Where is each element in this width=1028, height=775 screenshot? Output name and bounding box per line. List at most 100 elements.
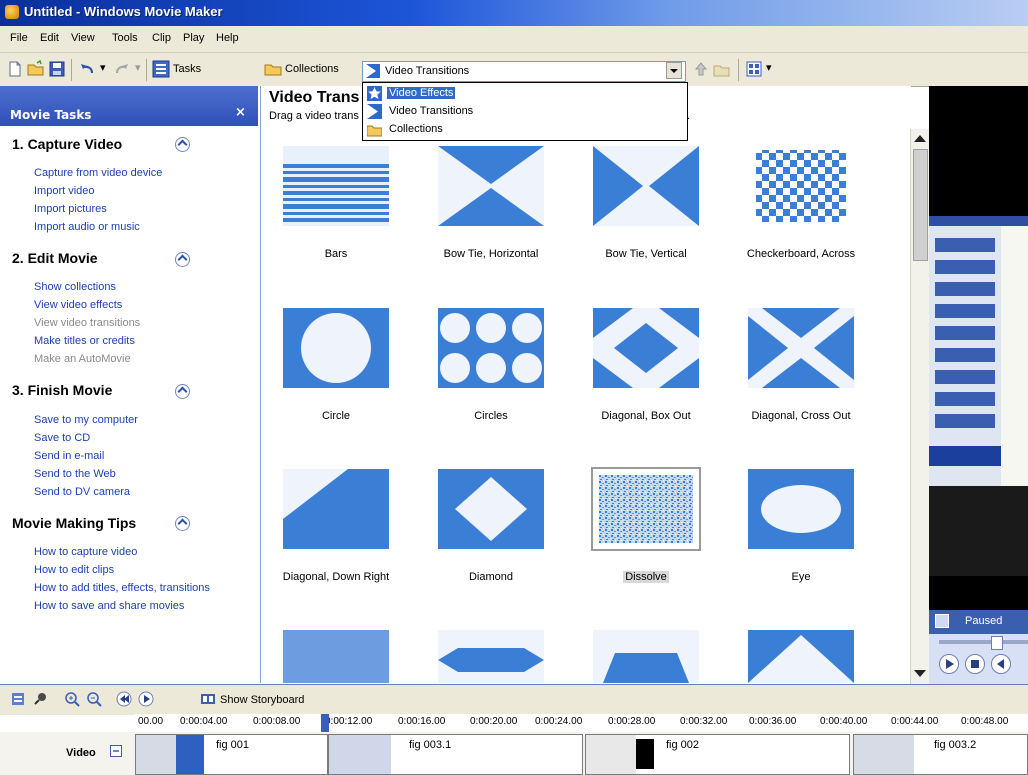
task-link[interactable]: Show collections — [34, 281, 116, 293]
up-level-icon[interactable] — [692, 60, 710, 78]
location-dropdown-button[interactable] — [666, 62, 682, 79]
undo-dropdown-arrow-icon[interactable]: ▾ — [100, 61, 106, 74]
task-link[interactable]: Send in e-mail — [34, 450, 104, 462]
time-tick: 0:00:16.00 — [398, 716, 446, 727]
transition-thumbnail-partial[interactable] — [438, 630, 544, 683]
task-link[interactable]: Send to the Web — [34, 468, 116, 480]
transition-item-diagonal-down-right[interactable]: Diagonal, Down Right — [261, 469, 411, 609]
transition-item-bow-tie-horizontal[interactable]: Bow Tie, Horizontal — [416, 146, 566, 286]
menu-play[interactable]: Play — [183, 32, 204, 44]
previous-frame-button[interactable] — [991, 654, 1011, 674]
task-link[interactable]: Import audio or music — [34, 221, 140, 233]
views-icon[interactable] — [745, 60, 763, 78]
transition-label: Dissolve — [623, 571, 669, 583]
transition-thumbnail-partial[interactable] — [748, 630, 854, 683]
new-project-icon[interactable] — [6, 60, 24, 78]
menu-tools[interactable]: Tools — [112, 32, 138, 44]
transition-item-bow-tie-vertical[interactable]: Bow Tie, Vertical — [571, 146, 721, 286]
rewind-timeline-icon[interactable] — [116, 691, 132, 707]
collapse-chevron-icon[interactable] — [175, 384, 190, 399]
tasks-icon[interactable] — [152, 60, 170, 78]
open-project-icon[interactable] — [27, 60, 45, 78]
section-edit-movie[interactable]: 2. Edit Movie — [12, 250, 98, 266]
play-button[interactable] — [939, 654, 959, 674]
location-combobox[interactable]: Video Transitions — [362, 61, 686, 82]
seek-thumb[interactable] — [991, 636, 1003, 650]
menu-file[interactable]: File — [10, 32, 28, 44]
stop-button[interactable] — [965, 654, 985, 674]
content-scrollbar[interactable] — [910, 129, 929, 684]
video-track: Video fig 001 fig 003.1 fig 002 fig 003.… — [0, 732, 1028, 775]
timeline-clip[interactable]: fig 002 — [585, 734, 850, 775]
menu-help[interactable]: Help — [216, 32, 239, 44]
zoom-in-icon[interactable] — [64, 691, 80, 707]
collections-icon[interactable] — [264, 60, 282, 78]
timeline-clip[interactable]: fig 003.1 — [328, 734, 583, 775]
scroll-up-icon[interactable] — [914, 135, 926, 142]
seek-bar[interactable] — [939, 640, 1028, 644]
transition-item-bars[interactable]: Bars — [261, 146, 411, 286]
task-link[interactable]: How to capture video — [34, 546, 137, 558]
redo-icon[interactable] — [113, 60, 131, 78]
section-finish-movie[interactable]: 3. Finish Movie — [12, 382, 112, 398]
track-label: Video — [66, 747, 96, 759]
transition-item-dissolve[interactable]: Dissolve — [571, 467, 721, 609]
task-link[interactable]: Make titles or credits — [34, 335, 135, 347]
menu-edit[interactable]: Edit — [40, 32, 59, 44]
transition-thumbnail-partial[interactable] — [593, 630, 699, 683]
play-timeline-icon[interactable] — [138, 691, 154, 707]
scroll-down-icon[interactable] — [914, 670, 926, 677]
collapse-chevron-icon[interactable] — [175, 516, 190, 531]
timeline-ruler[interactable]: 00.00 0:00:04.00 0:00:08.00 0:00:12.00 0… — [135, 714, 1028, 733]
dropdown-item-video-effects[interactable]: Video Effects — [365, 85, 683, 102]
transition-item-diagonal-cross-out[interactable]: Diagonal, Cross Out — [726, 308, 876, 448]
timeline-clip[interactable]: fig 001 — [135, 734, 328, 775]
diamond-icon — [438, 469, 544, 549]
timeline-clip[interactable]: fig 003.2 — [853, 734, 1028, 775]
zoom-out-icon[interactable] — [86, 691, 102, 707]
menu-view[interactable]: View — [71, 32, 95, 44]
undo-icon[interactable] — [78, 60, 96, 78]
collapse-chevron-icon[interactable] — [175, 252, 190, 267]
tasks-button[interactable]: Tasks — [173, 63, 201, 75]
transition-item-circles[interactable]: Circles — [416, 308, 566, 448]
menu-clip[interactable]: Clip — [152, 32, 171, 44]
task-link[interactable]: Save to CD — [34, 432, 90, 444]
collapse-chevron-icon[interactable] — [175, 137, 190, 152]
task-link[interactable]: Save to my computer — [34, 414, 138, 426]
full-screen-icon[interactable] — [935, 614, 949, 628]
transition-item-eye[interactable]: Eye — [726, 469, 876, 609]
close-icon[interactable]: × — [235, 105, 246, 120]
transition-item-checkerboard-across[interactable]: Checkerboard, Across — [726, 146, 876, 286]
scrollbar-thumb[interactable] — [913, 149, 928, 261]
redo-dropdown-arrow-icon[interactable]: ▾ — [135, 61, 141, 74]
transition-item-diamond[interactable]: Diamond — [416, 469, 566, 609]
task-link[interactable]: How to add titles, effects, transitions — [34, 582, 210, 594]
collections-button[interactable]: Collections — [285, 63, 339, 75]
storyboard-icon[interactable] — [200, 691, 216, 707]
transition-thumbnail-partial[interactable] — [283, 630, 389, 683]
narrate-timeline-icon[interactable] — [32, 691, 48, 707]
transition-label: Diagonal, Box Out — [601, 410, 691, 422]
collapse-track-icon[interactable] — [110, 745, 122, 757]
task-link[interactable]: How to edit clips — [34, 564, 114, 576]
views-dropdown-arrow-icon[interactable]: ▾ — [766, 61, 772, 74]
transition-item-diagonal-box-out[interactable]: Diagonal, Box Out — [571, 308, 721, 448]
dropdown-item-video-transitions[interactable]: Video Transitions — [365, 103, 683, 120]
dropdown-item-collections[interactable]: Collections — [365, 121, 683, 138]
section-movie-making-tips[interactable]: Movie Making Tips — [12, 515, 136, 531]
task-link[interactable]: Import pictures — [34, 203, 107, 215]
save-project-icon[interactable] — [48, 60, 66, 78]
task-link[interactable]: Capture from video device — [34, 167, 162, 179]
task-link[interactable]: Import video — [34, 185, 95, 197]
new-folder-icon[interactable] — [713, 60, 731, 78]
task-link[interactable]: How to save and share movies — [34, 600, 184, 612]
task-link[interactable]: Send to DV camera — [34, 486, 130, 498]
playhead[interactable] — [321, 714, 329, 732]
task-link[interactable]: View video effects — [34, 299, 122, 311]
section-capture-video[interactable]: 1. Capture Video — [12, 136, 122, 152]
show-storyboard-button[interactable]: Show Storyboard — [220, 694, 304, 706]
transition-item-circle[interactable]: Circle — [261, 308, 411, 448]
task-link: View video transitions — [34, 317, 141, 329]
set-audio-levels-icon[interactable] — [10, 691, 26, 707]
